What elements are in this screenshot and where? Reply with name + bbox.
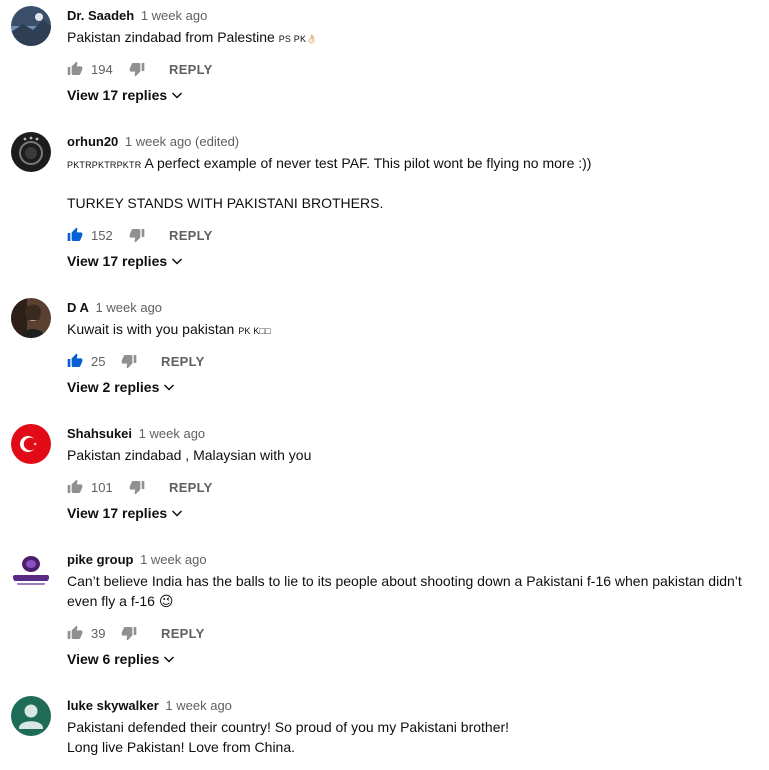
portrait-photo-avatar-icon — [11, 298, 51, 338]
reply-button[interactable]: REPLY — [169, 228, 213, 243]
comment-text: PKTRPKTRPKTR A perfect example of never … — [67, 153, 757, 175]
comment-thread: pike group 1 week ago Can’t believe Indi… — [0, 550, 769, 680]
view-replies-label: View 6 replies — [67, 651, 160, 667]
landscape-photo-avatar-icon — [11, 6, 51, 46]
comment-time[interactable]: 1 week ago — [141, 8, 208, 23]
comment-thread: Dr. Saadeh 1 week ago Pakistan zindabad … — [0, 6, 769, 116]
comment-author[interactable]: D A — [67, 300, 89, 315]
comment-text-line2: Long live Pakistan! Love from China. — [67, 739, 296, 755]
thumbs-down-icon[interactable] — [129, 61, 145, 77]
default-person-avatar-icon — [11, 696, 51, 736]
comment-text: Pakistan zindabad from Palestine PS PK👌🏻 — [67, 27, 757, 49]
view-replies-button[interactable]: View 6 replies — [67, 651, 175, 667]
view-replies-button[interactable]: View 17 replies — [67, 505, 183, 521]
comment-text: Can’t believe India has the balls to lie… — [67, 573, 742, 609]
view-replies-label: View 17 replies — [67, 87, 168, 103]
comment-time[interactable]: 1 week ago — [125, 134, 192, 149]
comment-thread: luke skywalker 1 week ago Pakistani defe… — [0, 696, 769, 766]
chevron-down-icon — [164, 656, 175, 663]
avatar[interactable] — [11, 696, 51, 736]
chevron-down-icon — [164, 384, 175, 391]
thumbs-up-icon[interactable] — [67, 479, 83, 495]
like-count: 194 — [91, 62, 113, 77]
comment-text-prefix: PKTRPKTRPKTR — [67, 160, 142, 170]
purple-logo-avatar-icon — [11, 550, 51, 590]
comment-author[interactable]: orhun20 — [67, 134, 118, 149]
view-replies-button[interactable]: View 17 replies — [67, 253, 183, 269]
like-count: 152 — [91, 228, 113, 243]
thumbs-up-icon[interactable] — [67, 625, 83, 641]
view-replies-label: View 17 replies — [67, 253, 168, 269]
comment-time[interactable]: 1 week ago — [96, 300, 163, 315]
view-replies-label: View 2 replies — [67, 379, 160, 395]
like-count: 39 — [91, 626, 106, 641]
reply-button[interactable]: REPLY — [161, 626, 205, 641]
comment-text-body: Pakistan zindabad from Palestine — [67, 29, 275, 45]
like-count: 25 — [91, 354, 106, 369]
comment-text-body: Kuwait is with you pakistan — [67, 321, 235, 337]
comment-edited-tag: (edited) — [195, 134, 240, 149]
comment-text-line2: TURKEY STANDS WITH PAKISTANI BROTHERS. — [67, 195, 384, 211]
chevron-down-icon — [172, 92, 183, 99]
reply-button[interactable]: REPLY — [169, 480, 213, 495]
comment-time[interactable]: 1 week ago — [140, 552, 207, 567]
comment-author[interactable]: luke skywalker — [67, 698, 159, 713]
comment-time[interactable]: 1 week ago — [139, 426, 206, 441]
dark-emblem-avatar-icon — [11, 132, 51, 172]
comment-text: Pakistan zindabad , Malaysian with you — [67, 447, 312, 463]
avatar[interactable] — [11, 550, 51, 590]
avatar[interactable] — [11, 132, 51, 172]
avatar[interactable] — [11, 424, 51, 464]
comment-text-suffix: PS PK👌🏻 — [278, 34, 318, 44]
comment-thread: Shahsukei 1 week ago Pakistan zindabad ,… — [0, 424, 769, 534]
comment-text-suffix: PK K□□ — [238, 326, 271, 336]
comment-text-body: A perfect example of never test PAF. Thi… — [144, 155, 592, 171]
comment-thread: orhun20 1 week ago (edited) PKTRPKTRPKTR… — [0, 132, 769, 277]
comment-author[interactable]: pike group — [67, 552, 133, 567]
thumbs-up-icon[interactable] — [67, 61, 83, 77]
view-replies-label: View 17 replies — [67, 505, 168, 521]
reply-button[interactable]: REPLY — [169, 62, 213, 77]
comment-author[interactable]: Dr. Saadeh — [67, 8, 134, 23]
turkey-flag-avatar-icon — [11, 424, 51, 464]
avatar[interactable] — [11, 6, 51, 46]
thumbs-down-icon[interactable] — [129, 227, 145, 243]
thumbs-down-icon[interactable] — [121, 625, 137, 641]
reply-button[interactable]: REPLY — [161, 354, 205, 369]
comment-thread: D A 1 week ago Kuwait is with you pakist… — [0, 298, 769, 408]
view-replies-button[interactable]: View 17 replies — [67, 87, 183, 103]
comment-text: Kuwait is with you pakistan PK K□□ — [67, 319, 757, 341]
chevron-down-icon — [172, 510, 183, 517]
thumbs-down-icon[interactable] — [121, 353, 137, 369]
comment-time[interactable]: 1 week ago — [165, 698, 232, 713]
thumbs-down-icon[interactable] — [129, 479, 145, 495]
comment-author[interactable]: Shahsukei — [67, 426, 132, 441]
chevron-down-icon — [172, 258, 183, 265]
thumbs-up-icon[interactable] — [67, 353, 83, 369]
avatar[interactable] — [11, 298, 51, 338]
like-count: 101 — [91, 480, 113, 495]
comment-text: Pakistani defended their country! So pro… — [67, 719, 510, 735]
view-replies-button[interactable]: View 2 replies — [67, 379, 175, 395]
thumbs-up-icon[interactable] — [67, 227, 83, 243]
